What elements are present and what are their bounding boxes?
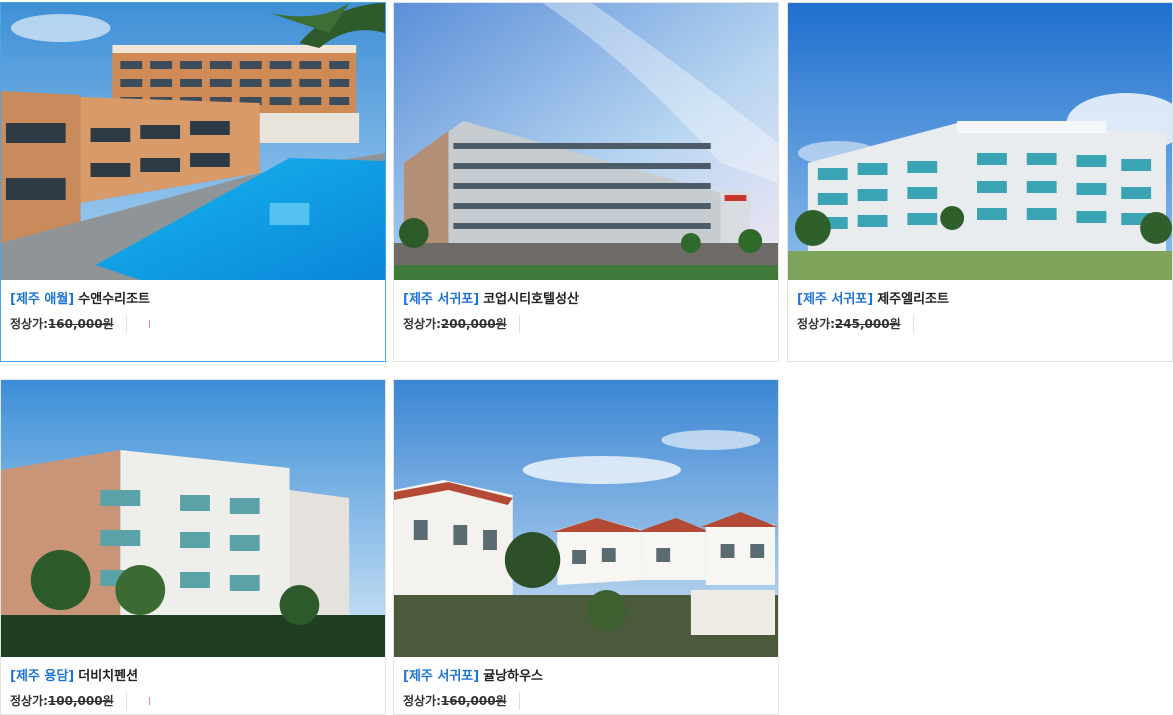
city-hotel-photo[interactable] [394,3,778,280]
indicator-mark [148,697,150,705]
product-card[interactable]: [제주 용담] 더비치펜션 정상가: 100,000원 [0,379,386,715]
price-row: 정상가: 160,000원 [403,692,770,710]
product-title[interactable]: [제주 용담] 더비치펜션 [10,667,377,687]
original-price: 160,000원 [47,317,114,331]
product-title[interactable]: [제주 애월] 수앤수리조트 [10,290,377,310]
product-card[interactable]: [제주 서귀포] 귤낭하우스 정상가: 160,000원 [393,379,779,715]
product-name: 더비치펜션 [78,669,139,684]
product-info: [제주 서귀포] 귤낭하우스 정상가: 160,000원 [403,667,770,710]
region-label: [제주 용담] [10,669,75,684]
region-label: [제주 서귀포] [403,669,480,684]
product-card[interactable]: [제주 서귀포] 코업시티호텔성산 정상가: 200,000원 [393,2,779,362]
price-label: 정상가: [10,694,48,708]
original-price: 100,000원 [47,694,114,708]
product-grid: [제주 애월] 수앤수리조트 정상가: 160,000원 [제주 서귀포] 코업… [0,0,1173,715]
product-info: [제주 서귀포] 제주엘리조트 정상가: 245,000원 [797,290,1164,333]
hotel-pool-photo[interactable] [1,3,385,280]
product-info: [제주 애월] 수앤수리조트 정상가: 160,000원 [10,290,377,333]
region-label: [제주 애월] [10,292,75,307]
price-label: 정상가: [403,317,441,331]
product-name: 귤낭하우스 [483,669,544,684]
divider [518,692,520,710]
product-name: 코업시티호텔성산 [483,292,579,307]
price-row: 정상가: 100,000원 [10,692,377,710]
resort-building-photo[interactable] [788,3,1172,280]
original-price: 160,000원 [440,694,507,708]
divider [125,692,127,710]
price-row: 정상가: 245,000원 [797,315,1164,333]
region-label: [제주 서귀포] [797,292,874,307]
divider [912,315,914,333]
price-label: 정상가: [403,694,441,708]
price-label: 정상가: [797,317,835,331]
beach-pension-photo[interactable] [1,380,385,657]
white-villa-photo[interactable] [394,380,778,657]
product-title[interactable]: [제주 서귀포] 귤낭하우스 [403,667,770,687]
divider [125,315,127,333]
product-name: 수앤수리조트 [78,292,151,307]
divider [518,315,520,333]
product-info: [제주 서귀포] 코업시티호텔성산 정상가: 200,000원 [403,290,770,333]
product-card[interactable]: [제주 애월] 수앤수리조트 정상가: 160,000원 [0,2,386,362]
product-card[interactable]: [제주 서귀포] 제주엘리조트 정상가: 245,000원 [787,2,1173,362]
product-info: [제주 용담] 더비치펜션 정상가: 100,000원 [10,667,377,710]
price-label: 정상가: [10,317,48,331]
indicator-mark [148,320,150,328]
product-title[interactable]: [제주 서귀포] 코업시티호텔성산 [403,290,770,310]
original-price: 200,000원 [440,317,507,331]
product-name: 제주엘리조트 [877,292,949,307]
region-label: [제주 서귀포] [403,292,480,307]
original-price: 245,000원 [834,317,901,331]
price-row: 정상가: 160,000원 [10,315,377,333]
price-row: 정상가: 200,000원 [403,315,770,333]
product-title[interactable]: [제주 서귀포] 제주엘리조트 [797,290,1164,310]
